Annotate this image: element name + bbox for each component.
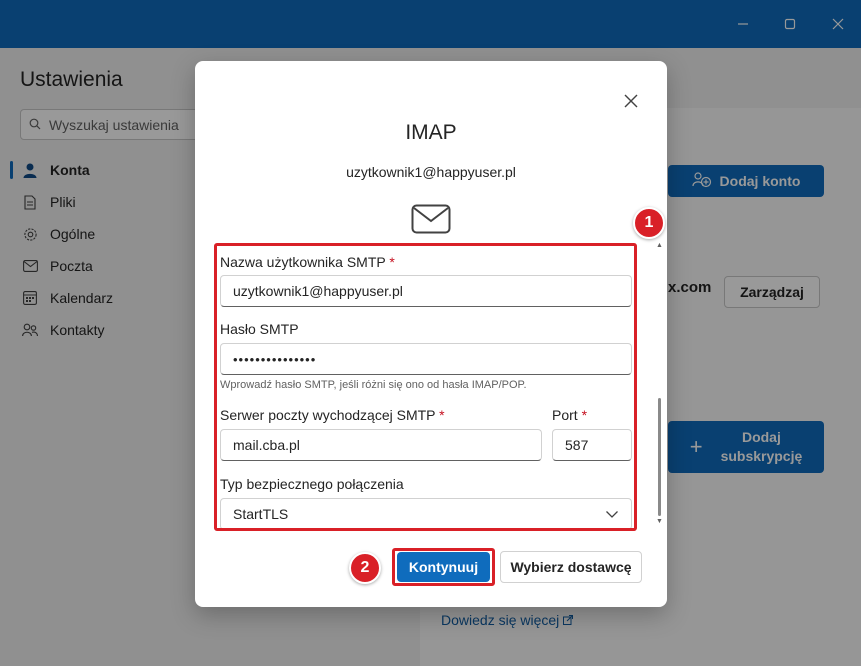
continue-button[interactable]: Kontynuuj (397, 552, 490, 582)
annotation-badge-2: 2 (349, 552, 381, 584)
close-icon[interactable] (621, 91, 641, 111)
continue-label: Kontynuuj (408, 559, 479, 575)
choose-provider-label: Wybierz dostawcę (510, 559, 632, 575)
envelope-icon (411, 204, 451, 234)
scrollbar-thumb[interactable] (658, 398, 661, 516)
scroll-down-icon[interactable]: ▼ (656, 518, 663, 525)
dialog-email: uzytkownik1@happyuser.pl (346, 164, 516, 180)
dialog-title: IMAP (405, 121, 457, 144)
scroll-up-icon[interactable]: ▲ (656, 242, 663, 249)
choose-provider-button[interactable]: Wybierz dostawcę (500, 551, 642, 583)
annotation-badge-1: 1 (633, 207, 665, 239)
annotation-highlight-box (214, 243, 637, 531)
